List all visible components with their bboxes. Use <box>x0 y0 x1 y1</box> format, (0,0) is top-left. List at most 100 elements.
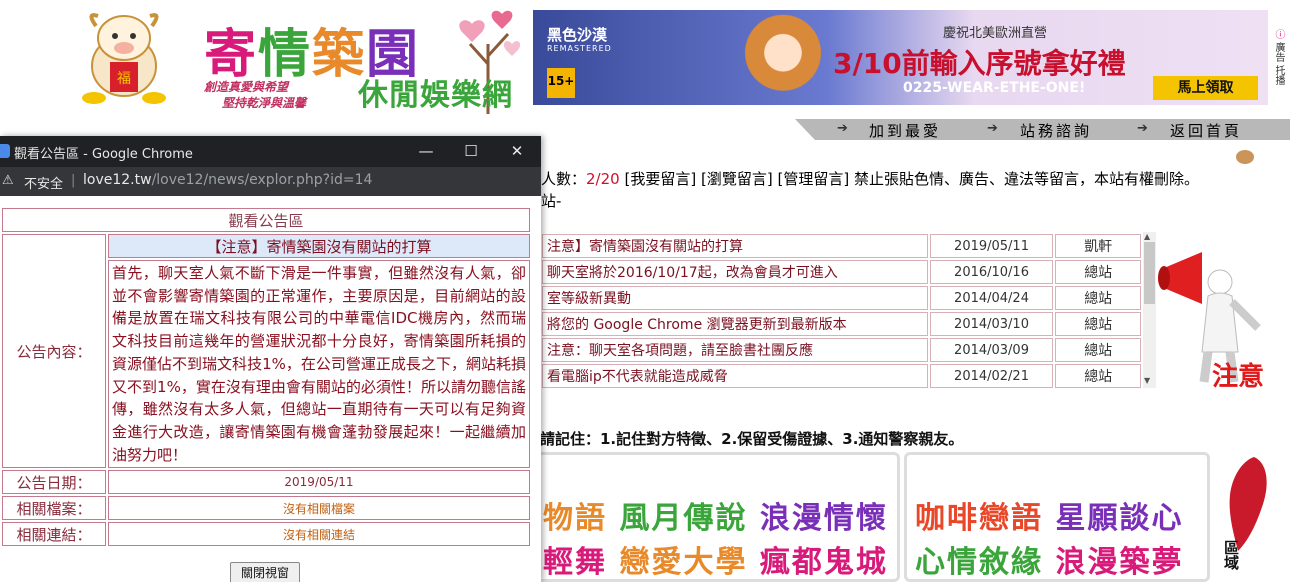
panel2-row-1: 咖啡戀語 星願談心 <box>915 493 1183 537</box>
chat-status-line: 人數：2/20 [我要留言] [瀏覽留言] [管理留言] 禁止張貼色情、廣告、違… <box>541 168 1199 189</box>
ad-side-text: 廣告 托播 <box>1273 42 1284 86</box>
nav-arrow-icon: ➔ <box>837 121 848 136</box>
scroll-down-icon[interactable]: ▼ <box>1144 376 1150 385</box>
announcement-title[interactable]: 室等級新異動 <box>542 286 928 310</box>
announcement-title[interactable]: 注意】寄情築園沒有關站的打算 <box>542 234 928 258</box>
announcement-title[interactable]: 看電腦ip不代表就能造成威脅 <box>542 364 928 388</box>
announcement-popup-window: 觀看公告區 - Google Chrome — ☐ ✕ ⚠ 不安全 | love… <box>0 136 541 582</box>
ad-game-title: 黑色沙漠 <box>547 26 608 44</box>
ad-line-2: 3/10前輸入序號拿好禮 <box>833 47 1126 80</box>
room-link[interactable]: 咖啡戀語 <box>915 501 1043 536</box>
svg-text:福: 福 <box>117 71 131 87</box>
ad-character-image <box>718 10 848 105</box>
announcement-row-date: 2014/02/21 <box>929 364 1054 388</box>
announcement-row-date: 2016/10/16 <box>929 260 1054 284</box>
panel1-row-1: 物語 風月傳說 浪漫情懷 <box>543 493 888 537</box>
announcement-row-date: 2014/03/09 <box>929 338 1054 362</box>
ad-info-icon[interactable]: ⓘ <box>1273 29 1284 39</box>
room-link[interactable]: 浪漫築夢 <box>1055 545 1183 579</box>
close-window-button[interactable]: ✕ <box>503 139 531 163</box>
announcement-subject: 【注意】寄情築園沒有關站的打算 <box>108 234 530 258</box>
room-link[interactable]: 瘋都鬼城 <box>760 545 888 579</box>
announcement-title[interactable]: 將您的 Google Chrome 瀏覽器更新到最新版本 <box>542 312 928 336</box>
site-header: 福 寄情築園 休閒娛樂網 創造真愛與希望 堅持乾淨與溫馨 黑色沙漠 REMAST… <box>0 0 1290 118</box>
room-link[interactable]: 心情敘緣 <box>915 545 1043 579</box>
announcement-detail-table: 觀看公告區 公告內容： 【注意】寄情築園沒有關站的打算 首先，聊天室人氣不斷下滑… <box>0 206 532 548</box>
room-link[interactable]: 戀愛大學 <box>619 545 747 579</box>
announcement-row-date: 2019/05/11 <box>929 234 1054 258</box>
room-link[interactable]: 星願談心 <box>1055 501 1183 536</box>
logo-subtitle: 休閒娛樂網 <box>358 78 513 113</box>
nav-add-favorite[interactable]: 加到最愛 <box>869 120 941 140</box>
announcement-author: 總站 <box>1055 260 1141 284</box>
popup-content: 觀看公告區 公告內容： 【注意】寄情築園沒有關站的打算 首先，聊天室人氣不斷下滑… <box>0 206 530 548</box>
bear-icon <box>1236 150 1254 164</box>
announcement-title[interactable]: 注意：聊天室各項問題，請至臉書社團反應 <box>542 338 928 362</box>
announcement-row[interactable]: 室等級新異動 2014/04/24 總站 <box>542 286 1141 310</box>
nav-site-consult[interactable]: 站務諮詢 <box>1020 120 1092 140</box>
popup-title: 觀看公告區 - Google Chrome <box>14 147 193 162</box>
ad-side-label[interactable]: ⓘ 廣告 托播 <box>1270 10 1286 105</box>
maximize-button[interactable]: ☐ <box>457 139 485 163</box>
status-line-2: 站- <box>541 192 562 210</box>
link-manage-messages[interactable]: [管理留言] <box>777 170 849 188</box>
announcement-row[interactable]: 聊天室將於2016/10/17起，改為會員才可進入 2016/10/16 總站 <box>542 260 1141 284</box>
region-label: 區域 <box>1222 540 1240 570</box>
logo-char-2: 情 <box>258 24 313 85</box>
browser-stage: 福 寄情築園 休閒娛樂網 創造真愛與希望 堅持乾淨與溫馨 黑色沙漠 REMAST… <box>0 0 1290 582</box>
scroll-up-icon[interactable]: ▲ <box>1144 232 1150 241</box>
announcement-scrollbar[interactable]: ▲ ▼ <box>1143 232 1156 388</box>
warning-icon[interactable]: ⚠ <box>2 173 14 188</box>
date-label: 公告日期： <box>2 470 106 495</box>
ad-age-rating: 15+ <box>547 68 575 98</box>
attention-label: 注意 <box>1212 362 1265 392</box>
close-popup-button[interactable]: 關閉視窗 <box>230 562 300 582</box>
announcement-author: 總站 <box>1055 364 1141 388</box>
announcement-title[interactable]: 聊天室將於2016/10/17起，改為會員才可進入 <box>542 260 928 284</box>
url-path: /love12/news/explor.php?id=14 <box>151 172 373 188</box>
url-host: love12.tw <box>83 172 152 188</box>
file-label: 相關檔案： <box>2 496 106 521</box>
room-link[interactable]: 輕舞 <box>543 545 607 579</box>
ad-line-1: 慶祝北美歐洲直營 <box>943 26 1048 41</box>
insecure-label[interactable]: 不安全 <box>24 173 63 192</box>
ox-mascot-icon: 福 <box>82 13 166 104</box>
address-divider: | <box>71 173 76 188</box>
board-rule-notice: 禁止張貼色情、廣告、違法等留言，本站有權刪除。 <box>853 170 1199 188</box>
room-link[interactable]: 物語 <box>543 501 607 536</box>
announcement-row[interactable]: 看電腦ip不代表就能造成威脅 2014/02/21 總站 <box>542 364 1141 388</box>
popup-titlebar[interactable]: 觀看公告區 - Google Chrome — ☐ ✕ <box>0 136 541 167</box>
announcement-body: 首先，聊天室人氣不斷下滑是一件事實，但雖然沒有人氣，卻並不會影響寄情築園的正常運… <box>108 260 530 469</box>
popup-address-bar[interactable]: ⚠ 不安全 | love12.tw/love12/news/explor.php… <box>0 167 541 196</box>
nav-arrow-icon: ➔ <box>1137 121 1148 136</box>
link-post-message[interactable]: [我要留言] <box>624 170 696 188</box>
link-browse-messages[interactable]: [瀏覽留言] <box>701 170 773 188</box>
heart-favicon-icon <box>0 144 10 158</box>
related-link: 沒有相關連結 <box>108 522 530 547</box>
related-file: 沒有相關檔案 <box>108 496 530 521</box>
minimize-button[interactable]: — <box>412 139 440 163</box>
announcement-author: 總站 <box>1055 286 1141 310</box>
ad-game-sub: REMASTERED <box>547 44 612 53</box>
announcement-row[interactable]: 將您的 Google Chrome 瀏覽器更新到最新版本 2014/03/10 總站 <box>542 312 1141 336</box>
announcement-author: 凱軒 <box>1055 234 1141 258</box>
scroll-thumb[interactable] <box>1144 242 1155 304</box>
nav-home[interactable]: 返回首頁 <box>1170 120 1242 140</box>
ad-claim-button[interactable]: 馬上領取 <box>1153 76 1258 100</box>
announcement-row[interactable]: 注意】寄情築園沒有關站的打算 2019/05/11 凱軒 <box>542 234 1141 258</box>
site-logo[interactable]: 寄情築園 休閒娛樂網 創造真愛與希望 堅持乾淨與溫馨 <box>200 4 525 114</box>
announcement-list: 注意】寄情築園沒有關站的打算 2019/05/11 凱軒 聊天室將於2016/10/1… <box>540 232 1143 388</box>
online-count: 2/20 <box>586 170 620 188</box>
banner-ad[interactable]: 黑色沙漠 REMASTERED 15+ 慶祝北美歐洲直營 3/10前輸入序號拿好… <box>533 10 1268 105</box>
popup-url[interactable]: love12.tw/love12/news/explor.php?id=14 <box>83 172 372 188</box>
announcement-author: 總站 <box>1055 338 1141 362</box>
room-link[interactable]: 風月傳說 <box>619 501 747 536</box>
announcement-row-date: 2014/03/10 <box>929 312 1054 336</box>
logo-slogan-1: 創造真愛與希望 <box>204 80 289 94</box>
announcement-row[interactable]: 注意：聊天室各項問題，請至臉書社團反應 2014/03/09 總站 <box>542 338 1141 362</box>
announcement-author: 總站 <box>1055 312 1141 336</box>
online-label: 人數： <box>541 170 587 188</box>
panel1-row-2: 輕舞 戀愛大學 瘋都鬼城 <box>543 537 888 579</box>
room-link[interactable]: 浪漫情懷 <box>760 501 888 536</box>
panel2-row-2: 心情敘緣 浪漫築夢 <box>915 537 1183 579</box>
